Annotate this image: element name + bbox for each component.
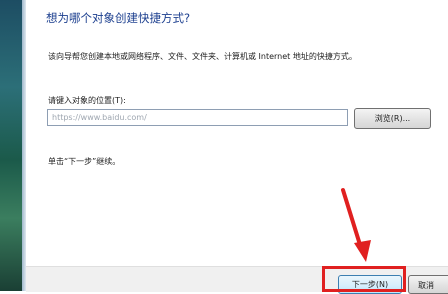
location-input[interactable] xyxy=(47,109,348,126)
cancel-button[interactable]: 取消 xyxy=(408,275,448,294)
wizard-description: 该向导帮您创建本地或网络程序、文件、文件夹、计算机或 Internet 地址的快… xyxy=(48,52,357,61)
next-hint-text: 单击“下一步”继续。 xyxy=(48,157,121,166)
shortcut-wizard-dialog: 想为哪个对象创建快捷方式? 该向导帮您创建本地或网络程序、文件、文件夹、计算机或… xyxy=(26,0,448,294)
next-button-highlight xyxy=(322,266,406,292)
browse-button[interactable]: 浏览(R)... xyxy=(354,108,431,129)
location-label: 请键入对象的位置(T): xyxy=(48,96,126,105)
wizard-heading: 想为哪个对象创建快捷方式? xyxy=(46,11,191,25)
desktop-background xyxy=(0,0,22,291)
